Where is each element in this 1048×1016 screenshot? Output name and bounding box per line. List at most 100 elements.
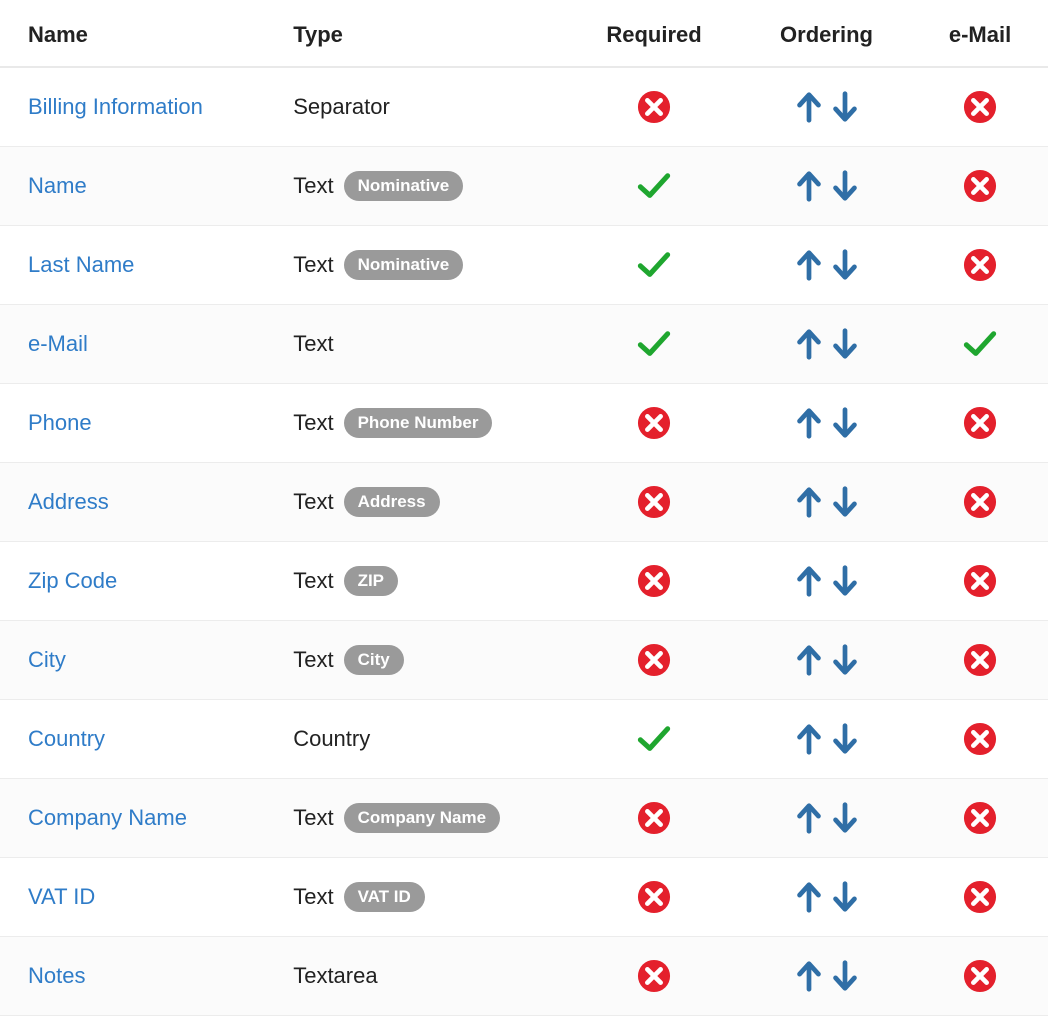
move-up-button[interactable]: [791, 169, 827, 203]
move-down-button[interactable]: [827, 90, 863, 124]
required-cell: [567, 463, 741, 542]
field-name-link[interactable]: Name: [28, 173, 87, 198]
move-down-button[interactable]: [827, 722, 863, 756]
arrow-up-icon: [793, 643, 825, 677]
move-down-button[interactable]: [827, 880, 863, 914]
field-type-label: Text: [293, 805, 333, 831]
ordering-controls: [791, 959, 863, 993]
move-up-button[interactable]: [791, 90, 827, 124]
field-name-link[interactable]: Notes: [28, 963, 85, 988]
field-type-label: Country: [293, 726, 370, 752]
cross-icon: [637, 801, 671, 835]
table-row: NotesTextarea: [0, 937, 1048, 1016]
field-name-link[interactable]: Address: [28, 489, 109, 514]
required-cell: [567, 305, 741, 384]
arrow-down-icon: [829, 169, 861, 203]
move-down-button[interactable]: [827, 485, 863, 519]
move-up-button[interactable]: [791, 564, 827, 598]
column-header-email[interactable]: e-Mail: [912, 0, 1048, 67]
cross-icon: [963, 801, 997, 835]
arrow-down-icon: [829, 801, 861, 835]
column-header-ordering[interactable]: Ordering: [741, 0, 912, 67]
cross-icon: [963, 880, 997, 914]
move-up-button[interactable]: [791, 722, 827, 756]
required-cell: [567, 147, 741, 226]
field-type-label: Text: [293, 884, 333, 910]
cross-icon: [963, 485, 997, 519]
ordering-controls: [791, 564, 863, 598]
email-cell: [912, 779, 1048, 858]
required-cell: [567, 621, 741, 700]
arrow-down-icon: [829, 643, 861, 677]
field-type-label: Text: [293, 489, 333, 515]
move-down-button[interactable]: [827, 959, 863, 993]
arrow-up-icon: [793, 248, 825, 282]
field-name-link[interactable]: Billing Information: [28, 94, 203, 119]
move-down-button[interactable]: [827, 248, 863, 282]
ordering-controls: [791, 880, 863, 914]
column-header-required[interactable]: Required: [567, 0, 741, 67]
move-up-button[interactable]: [791, 959, 827, 993]
move-up-button[interactable]: [791, 880, 827, 914]
table-row: Zip CodeTextZIP: [0, 542, 1048, 621]
check-icon: [637, 722, 671, 756]
field-name-link[interactable]: Zip Code: [28, 568, 117, 593]
move-up-button[interactable]: [791, 801, 827, 835]
move-down-button[interactable]: [827, 327, 863, 361]
required-cell: [567, 542, 741, 621]
field-name-link[interactable]: Company Name: [28, 805, 187, 830]
move-down-button[interactable]: [827, 643, 863, 677]
email-cell: [912, 542, 1048, 621]
email-cell: [912, 226, 1048, 305]
required-cell: [567, 858, 741, 937]
cross-icon: [963, 169, 997, 203]
cross-icon: [963, 564, 997, 598]
cross-icon: [637, 485, 671, 519]
field-badge: Nominative: [344, 171, 464, 201]
arrow-down-icon: [829, 959, 861, 993]
arrow-up-icon: [793, 406, 825, 440]
table-row: Last NameTextNominative: [0, 226, 1048, 305]
cross-icon: [637, 90, 671, 124]
field-name-link[interactable]: VAT ID: [28, 884, 95, 909]
field-badge: Address: [344, 487, 440, 517]
move-down-button[interactable]: [827, 169, 863, 203]
arrow-down-icon: [829, 880, 861, 914]
move-up-button[interactable]: [791, 485, 827, 519]
ordering-controls: [791, 406, 863, 440]
cross-icon: [637, 959, 671, 993]
email-cell: [912, 384, 1048, 463]
arrow-down-icon: [829, 90, 861, 124]
column-header-type[interactable]: Type: [265, 0, 567, 67]
column-header-name[interactable]: Name: [0, 0, 265, 67]
required-cell: [567, 226, 741, 305]
field-name-link[interactable]: City: [28, 647, 66, 672]
table-row: Billing Information Separator: [0, 67, 1048, 147]
required-cell: [567, 384, 741, 463]
ordering-controls: [791, 643, 863, 677]
move-up-button[interactable]: [791, 643, 827, 677]
field-badge: Phone Number: [344, 408, 493, 438]
move-down-button[interactable]: [827, 406, 863, 440]
field-type-label: Separator: [293, 94, 390, 120]
field-name-link[interactable]: Phone: [28, 410, 92, 435]
field-name-link[interactable]: e-Mail: [28, 331, 88, 356]
required-cell: [567, 67, 741, 147]
field-type-label: Text: [293, 410, 333, 436]
field-name-link[interactable]: Last Name: [28, 252, 134, 277]
email-cell: [912, 147, 1048, 226]
arrow-up-icon: [793, 90, 825, 124]
field-name-link[interactable]: Country: [28, 726, 105, 751]
move-down-button[interactable]: [827, 801, 863, 835]
ordering-controls: [791, 90, 863, 124]
move-up-button[interactable]: [791, 406, 827, 440]
cross-icon: [963, 90, 997, 124]
move-up-button[interactable]: [791, 248, 827, 282]
field-badge: City: [344, 645, 404, 675]
email-cell: [912, 858, 1048, 937]
email-cell: [912, 305, 1048, 384]
move-up-button[interactable]: [791, 327, 827, 361]
table-row: NameTextNominative: [0, 147, 1048, 226]
cross-icon: [963, 643, 997, 677]
move-down-button[interactable]: [827, 564, 863, 598]
